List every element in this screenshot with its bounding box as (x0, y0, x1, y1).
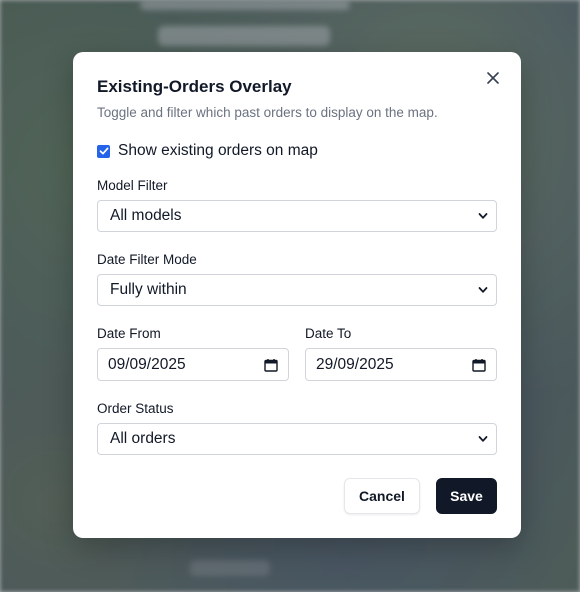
order-status-select[interactable]: All orders (97, 423, 497, 455)
dialog-title: Existing-Orders Overlay (97, 77, 292, 96)
date-to-value: 29/09/2025 (316, 355, 394, 373)
model-filter-group: Model Filter All models (97, 178, 497, 232)
date-to-input[interactable]: 29/09/2025 (305, 348, 497, 381)
date-filter-mode-select[interactable]: Fully within (97, 274, 497, 306)
date-from-group: Date From 09/09/2025 (97, 326, 289, 381)
calendar-icon[interactable] (264, 358, 278, 372)
chevron-down-icon (478, 285, 488, 295)
close-icon (487, 72, 499, 84)
date-filter-mode-label: Date Filter Mode (97, 252, 197, 267)
check-icon (99, 147, 108, 155)
date-filter-mode-value: Fully within (110, 281, 187, 298)
date-from-label: Date From (97, 326, 161, 341)
dialog-subtitle: Toggle and filter which past orders to d… (97, 105, 438, 120)
close-button[interactable] (483, 68, 503, 88)
date-from-input[interactable]: 09/09/2025 (97, 348, 289, 381)
calendar-icon[interactable] (472, 358, 486, 372)
chevron-down-icon (478, 434, 488, 444)
existing-orders-dialog: Existing-Orders Overlay Toggle and filte… (73, 52, 521, 538)
model-filter-select[interactable]: All models (97, 200, 497, 232)
dialog-footer: Cancel Save (344, 478, 497, 514)
date-from-value: 09/09/2025 (108, 355, 186, 373)
order-status-group: Order Status All orders (97, 401, 497, 455)
cancel-button[interactable]: Cancel (344, 478, 420, 514)
date-range-row: Date From 09/09/2025 Date To 29/09/2025 (97, 326, 497, 381)
show-orders-label: Show existing orders on map (118, 142, 318, 159)
save-button[interactable]: Save (436, 478, 497, 514)
date-to-group: Date To 29/09/2025 (305, 326, 497, 381)
model-filter-label: Model Filter (97, 178, 168, 193)
order-status-label: Order Status (97, 401, 174, 416)
model-filter-value: All models (110, 207, 182, 224)
chevron-down-icon (478, 211, 488, 221)
order-status-value: All orders (110, 430, 176, 447)
date-to-label: Date To (305, 326, 352, 341)
date-filter-mode-group: Date Filter Mode Fully within (97, 252, 497, 306)
show-orders-checkbox[interactable] (97, 144, 110, 158)
show-orders-toggle[interactable]: Show existing orders on map (97, 140, 497, 162)
